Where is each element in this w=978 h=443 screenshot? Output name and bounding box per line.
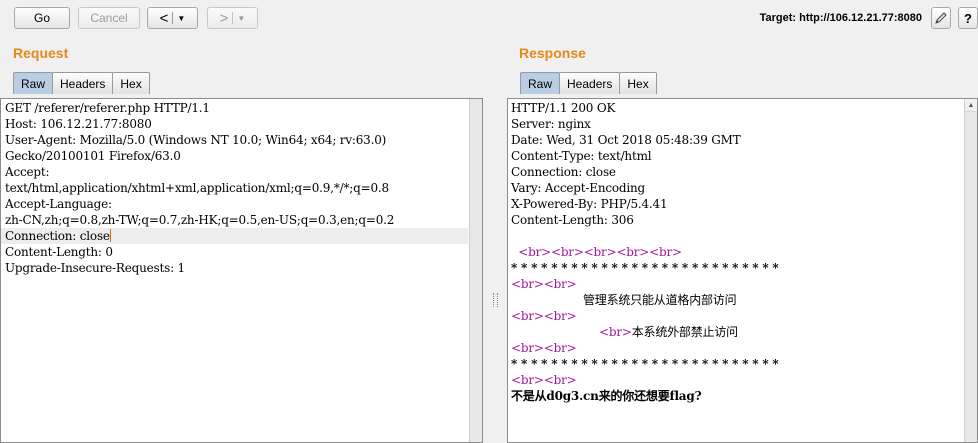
br-tag: <br> — [599, 325, 632, 339]
br-tag: <br> — [511, 373, 544, 387]
request-line-text: Connection: close — [5, 229, 110, 243]
request-line: GET /referer/referer.php HTTP/1.1 — [5, 101, 210, 115]
request-line: Accept: — [5, 165, 50, 179]
response-message-line: 管理系统只能从道格内部访问 — [583, 293, 737, 307]
br-tag: <br> — [511, 309, 544, 323]
response-tab-raw[interactable]: Raw — [520, 72, 561, 94]
br-tag: <br> — [649, 245, 682, 259]
response-line: Content-Type: text/html — [511, 149, 652, 163]
request-scrollbar[interactable] — [469, 99, 482, 442]
response-editor[interactable]: HTTP/1.1 200 OK Server: nginx Date: Wed,… — [507, 98, 978, 443]
cancel-button[interactable]: Cancel — [78, 7, 140, 29]
request-line: Accept-Language: — [5, 197, 112, 211]
br-tag: <br> — [543, 341, 577, 355]
dropdown-arrow-icon[interactable]: ▼ — [177, 14, 185, 23]
request-line: Content-Length: 0 — [5, 245, 113, 259]
response-scrollbar[interactable]: ▲ — [964, 99, 977, 442]
help-button[interactable]: ? — [958, 7, 978, 29]
pane-splitter[interactable] — [491, 35, 499, 443]
request-tab-headers[interactable]: Headers — [52, 72, 114, 94]
response-lines: HTTP/1.1 200 OK Server: nginx Date: Wed,… — [511, 100, 963, 404]
br-tag: <br> — [511, 277, 544, 291]
response-line: Date: Wed, 31 Oct 2018 05:48:39 GMT — [511, 133, 741, 147]
response-tabs: Raw Headers Hex — [520, 72, 657, 94]
response-flag-line: 不是从d0g3.cn来的你还想要flag? — [511, 389, 702, 403]
response-tab-headers[interactable]: Headers — [559, 72, 621, 94]
br-tag: <br> — [518, 245, 551, 259]
response-line: HTTP/1.1 200 OK — [511, 101, 616, 115]
request-line: Gecko/20100101 Firefox/63.0 — [5, 149, 181, 163]
splitter-grip-icon — [493, 293, 498, 307]
pencil-icon — [935, 12, 947, 24]
response-message-text: 本系统外部禁止访问 — [631, 325, 738, 339]
text-caret — [109, 229, 111, 242]
response-line: Content-Length: 306 — [511, 213, 634, 227]
request-tab-hex[interactable]: Hex — [112, 72, 150, 94]
response-body-line: <br><br> — [511, 276, 963, 292]
response-message-line: <br>本系统外部禁止访问 — [511, 324, 963, 340]
br-tag: <br> — [583, 245, 617, 259]
request-editor[interactable]: GET /referer/referer.php HTTP/1.1 Host: … — [0, 98, 483, 443]
target-label: Target: http://106.12.21.77:8080 — [759, 12, 922, 24]
response-body-line: <br><br> — [511, 340, 963, 356]
request-tabs: Raw Headers Hex — [13, 72, 150, 94]
back-button[interactable]: < ▼ — [147, 7, 198, 29]
scroll-up-arrow-icon[interactable]: ▲ — [965, 99, 977, 112]
br-tag: <br> — [543, 373, 577, 387]
response-body-line: <br><br> — [511, 308, 963, 324]
request-line: zh-CN,zh;q=0.8,zh-TW;q=0.7,zh-HK;q=0.5,e… — [5, 213, 395, 227]
go-button[interactable]: Go — [14, 7, 70, 29]
forward-button[interactable]: > ▼ — [207, 7, 258, 29]
br-tag: <br> — [550, 245, 584, 259]
response-body-line: <br><br> — [511, 372, 963, 388]
response-line: X-Powered-By: PHP/5.4.41 — [511, 197, 668, 211]
request-line: User-Agent: Mozilla/5.0 (Windows NT 10.0… — [5, 133, 387, 147]
br-tag: <br> — [616, 245, 650, 259]
request-line-current: Connection: close — [1, 228, 468, 244]
br-tag: <br> — [511, 341, 544, 355]
response-body-line: <br><br><br><br><br> — [511, 244, 963, 260]
request-lines: GET /referer/referer.php HTTP/1.1 Host: … — [1, 100, 468, 276]
br-tag: <br> — [543, 277, 577, 291]
response-line: Server: nginx — [511, 117, 591, 131]
separator — [172, 12, 174, 24]
request-tab-raw[interactable]: Raw — [13, 72, 54, 94]
back-arrow-icon: < — [159, 9, 169, 27]
br-tag: <br> — [543, 309, 577, 323]
response-line: Vary: Accept-Encoding — [511, 181, 646, 195]
help-icon: ? — [964, 10, 972, 26]
forward-arrow-icon: > — [219, 9, 229, 27]
separator — [232, 12, 234, 24]
dropdown-arrow-icon[interactable]: ▼ — [237, 14, 245, 23]
request-line: Upgrade-Insecure-Requests: 1 — [5, 261, 185, 275]
response-title: Response — [519, 45, 586, 61]
request-line: text/html,application/xhtml+xml,applicat… — [5, 181, 389, 195]
request-line: Host: 106.12.21.77:8080 — [5, 117, 152, 131]
request-title: Request — [13, 45, 69, 61]
response-stars-line: * * * * * * * * * * * * * * * * * * * * … — [511, 357, 779, 371]
edit-target-button[interactable] — [931, 7, 951, 29]
response-stars-line: * * * * * * * * * * * * * * * * * * * * … — [511, 261, 779, 275]
response-tab-hex[interactable]: Hex — [619, 72, 657, 94]
response-line: Connection: close — [511, 165, 616, 179]
response-line-blank — [511, 228, 963, 244]
